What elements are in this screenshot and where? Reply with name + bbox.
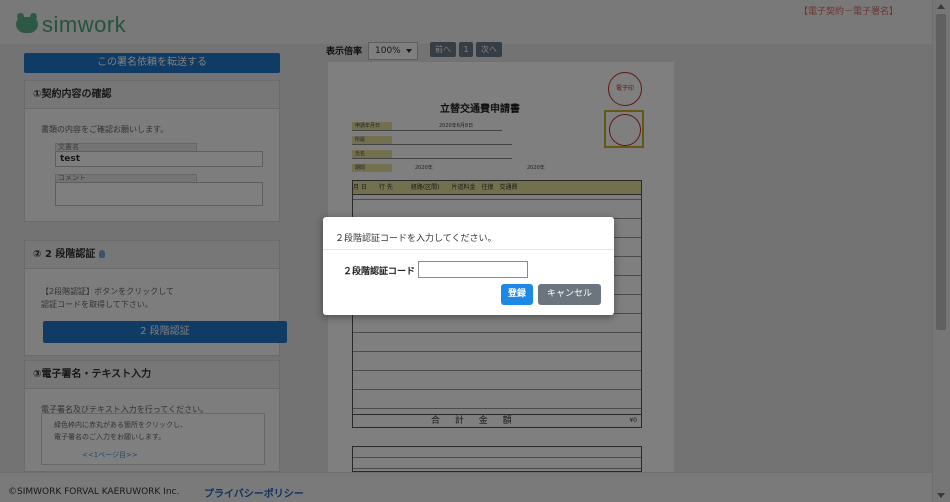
register-button[interactable]: 登録 (501, 284, 533, 305)
cancel-button[interactable]: キャンセル (538, 284, 601, 305)
code-input[interactable] (418, 261, 528, 278)
dialog-message: ２段階認証コードを入力してください。 (335, 234, 497, 244)
code-label: ２段階認証コード (343, 267, 416, 277)
two-factor-code-dialog: ２段階認証コードを入力してください。 ２段階認証コード 登録 キャンセル (323, 217, 614, 315)
dialog-divider (323, 249, 614, 250)
